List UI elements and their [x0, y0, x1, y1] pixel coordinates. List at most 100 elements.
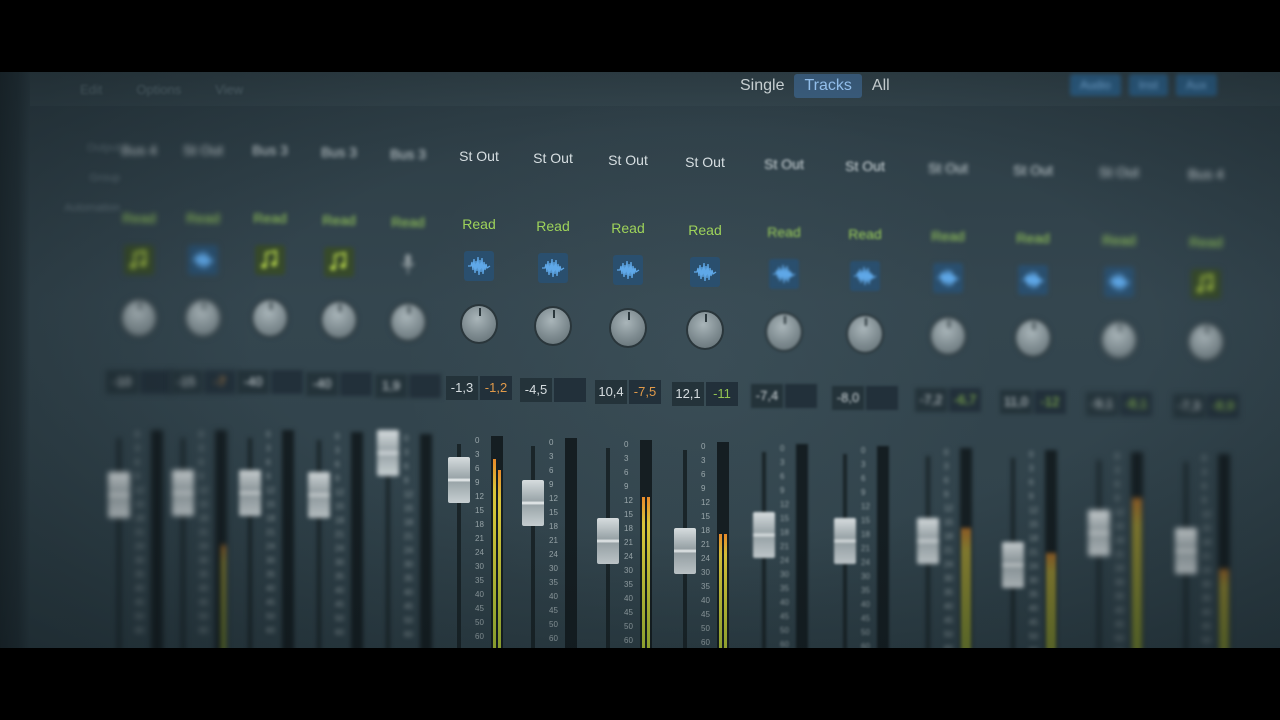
- output-slot[interactable]: St Out: [444, 148, 514, 164]
- filter-inst-button[interactable]: Inst: [1128, 74, 1169, 96]
- pan-knob[interactable]: [929, 316, 967, 356]
- output-slot[interactable]: Bus 3: [305, 144, 373, 160]
- automation-mode[interactable]: Read: [444, 216, 514, 232]
- pan-knob[interactable]: [320, 300, 358, 340]
- volume-value[interactable]: -40: [237, 370, 269, 394]
- peak-value[interactable]: [785, 384, 817, 408]
- peak-value[interactable]: [140, 370, 172, 394]
- volume-fader[interactable]: [834, 518, 856, 564]
- waveform-icon[interactable]: [1104, 267, 1134, 297]
- peak-value[interactable]: -8,9: [1207, 394, 1239, 418]
- view-mode-single[interactable]: Single: [730, 74, 794, 98]
- filter-audio-button[interactable]: Audio: [1070, 74, 1121, 96]
- peak-value[interactable]: -7,5: [629, 380, 661, 404]
- volume-fader[interactable]: [108, 472, 130, 518]
- output-slot[interactable]: St Out: [517, 150, 589, 166]
- pan-knob[interactable]: [686, 310, 724, 350]
- waveform-icon[interactable]: [538, 253, 568, 283]
- pan-knob[interactable]: [460, 304, 498, 344]
- view-mode-all[interactable]: All: [862, 74, 900, 98]
- waveform-icon[interactable]: [1018, 265, 1048, 295]
- output-slot[interactable]: St Out: [908, 160, 988, 176]
- peak-value[interactable]: -6,7: [949, 388, 981, 412]
- automation-mode[interactable]: Read: [826, 226, 904, 242]
- automation-mode[interactable]: Read: [592, 220, 664, 236]
- output-slot[interactable]: Bus 4: [105, 142, 173, 158]
- peak-value[interactable]: [554, 378, 586, 402]
- automation-mode[interactable]: Read: [305, 212, 373, 228]
- waveform-icon[interactable]: [933, 263, 963, 293]
- automation-mode[interactable]: Read: [517, 218, 589, 234]
- volume-value[interactable]: -7,2: [915, 388, 947, 412]
- output-slot[interactable]: St Out: [592, 152, 664, 168]
- volume-value[interactable]: 11,0: [1000, 390, 1032, 414]
- volume-value[interactable]: -7,3: [1173, 394, 1205, 418]
- pan-knob[interactable]: [389, 302, 427, 342]
- volume-value[interactable]: -9,1: [1086, 392, 1118, 416]
- automation-mode[interactable]: Read: [373, 214, 443, 230]
- pan-knob[interactable]: [534, 306, 572, 346]
- volume-value[interactable]: 10,4: [595, 380, 627, 404]
- peak-value[interactable]: [340, 372, 372, 396]
- pan-knob[interactable]: [1014, 318, 1052, 358]
- volume-value[interactable]: 12,1: [672, 382, 704, 406]
- peak-value[interactable]: -7: [204, 370, 236, 394]
- volume-value[interactable]: -8,0: [832, 386, 864, 410]
- peak-value[interactable]: -12: [1034, 390, 1066, 414]
- peak-value[interactable]: -8,1: [1120, 392, 1152, 416]
- volume-fader[interactable]: [1088, 510, 1110, 556]
- output-slot[interactable]: Bus 4: [1163, 166, 1249, 182]
- volume-fader[interactable]: [172, 470, 194, 516]
- automation-mode[interactable]: Read: [668, 222, 742, 238]
- volume-value[interactable]: -40: [306, 372, 338, 396]
- waveform-icon[interactable]: [464, 251, 494, 281]
- output-slot[interactable]: Bus 3: [236, 142, 304, 158]
- menu-options[interactable]: Options: [136, 82, 181, 97]
- automation-mode[interactable]: Read: [746, 224, 822, 240]
- output-slot[interactable]: St Out: [1077, 164, 1161, 180]
- volume-fader[interactable]: [674, 528, 696, 574]
- volume-fader[interactable]: [597, 518, 619, 564]
- volume-fader[interactable]: [753, 512, 775, 558]
- volume-fader[interactable]: [239, 470, 261, 516]
- automation-mode[interactable]: Read: [992, 230, 1074, 246]
- waveform-icon[interactable]: [188, 245, 218, 275]
- volume-fader[interactable]: [377, 430, 399, 476]
- volume-value[interactable]: 1,9: [375, 374, 407, 398]
- microphone-icon[interactable]: [393, 249, 423, 279]
- output-slot[interactable]: St Out: [746, 156, 822, 172]
- volume-value[interactable]: -4,5: [520, 378, 552, 402]
- peak-value[interactable]: -1,2: [480, 376, 512, 400]
- peak-value[interactable]: -11: [706, 382, 738, 406]
- automation-mode[interactable]: Read: [170, 210, 236, 226]
- pan-knob[interactable]: [609, 308, 647, 348]
- menu-view[interactable]: View: [215, 82, 243, 97]
- volume-fader[interactable]: [1002, 542, 1024, 588]
- volume-value[interactable]: -1,3: [446, 376, 478, 400]
- pan-knob[interactable]: [846, 314, 884, 354]
- peak-value[interactable]: [409, 374, 441, 398]
- automation-mode[interactable]: Read: [236, 210, 304, 226]
- automation-mode[interactable]: Read: [908, 228, 988, 244]
- output-slot[interactable]: Bus 3: [373, 146, 443, 162]
- waveform-icon[interactable]: [850, 261, 880, 291]
- waveform-icon[interactable]: [690, 257, 720, 287]
- output-slot[interactable]: St Out: [170, 142, 236, 158]
- menu-edit[interactable]: Edit: [80, 82, 102, 97]
- pan-knob[interactable]: [184, 298, 222, 338]
- volume-value[interactable]: -7,4: [751, 384, 783, 408]
- automation-mode[interactable]: Read: [1077, 232, 1161, 248]
- volume-fader[interactable]: [917, 518, 939, 564]
- note-icon[interactable]: [324, 247, 354, 277]
- waveform-icon[interactable]: [769, 259, 799, 289]
- output-slot[interactable]: St Out: [992, 162, 1074, 178]
- view-mode-tracks[interactable]: Tracks: [794, 74, 862, 98]
- note-icon[interactable]: [124, 245, 154, 275]
- peak-value[interactable]: [271, 370, 303, 394]
- peak-value[interactable]: [866, 386, 898, 410]
- volume-fader[interactable]: [1175, 528, 1197, 574]
- pan-knob[interactable]: [765, 312, 803, 352]
- output-slot[interactable]: St Out: [826, 158, 904, 174]
- pan-knob[interactable]: [251, 298, 289, 338]
- volume-fader[interactable]: [448, 457, 470, 503]
